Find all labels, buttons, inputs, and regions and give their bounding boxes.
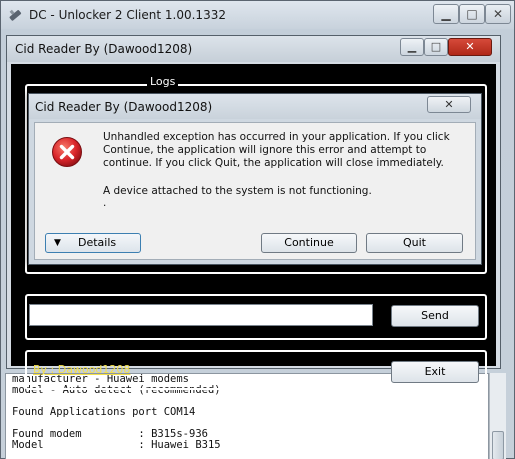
maximize-button[interactable]: □ <box>459 4 485 24</box>
exception-dialog: Cid Reader By (Dawood1208) ✕ Unhandled e… <box>28 93 482 265</box>
error-icon <box>51 136 83 168</box>
cid-minimize-button[interactable]: ▁ <box>400 38 424 56</box>
console-line: Model : Huawei B315 <box>12 439 221 451</box>
close-button[interactable]: ✕ <box>485 4 511 24</box>
cid-window-title: Cid Reader By (Dawood1208) <box>15 42 193 56</box>
dialog-close-button[interactable]: ✕ <box>427 96 471 113</box>
close-icon: ✕ <box>492 7 504 21</box>
dialog-content: Unhandled exception has occurred in your… <box>34 122 476 260</box>
close-icon: ✕ <box>465 40 475 53</box>
dialog-dot: . <box>103 197 107 209</box>
dc-titlebar[interactable]: DC - Unlocker 2 Client 1.00.1332 ▁ □ ✕ <box>1 1 514 29</box>
cid-titlebar[interactable]: Cid Reader By (Dawood1208) ▁ □ ✕ <box>7 36 500 62</box>
scrollbar-thumb[interactable] <box>492 431 504 459</box>
close-icon: ✕ <box>444 98 454 111</box>
dialog-detail: A device attached to the system is not f… <box>103 185 372 197</box>
author-link[interactable]: By : Dawood1208 <box>33 363 130 376</box>
send-button[interactable]: Send <box>391 305 479 327</box>
console-line: Found Applications port COM14 <box>12 406 196 418</box>
maximize-icon: □ <box>466 7 478 21</box>
minimize-button[interactable]: ▁ <box>433 4 459 24</box>
dialog-titlebar[interactable]: Cid Reader By (Dawood1208) ✕ <box>29 94 481 119</box>
command-input[interactable] <box>29 304 373 326</box>
continue-button[interactable]: Continue <box>261 233 357 253</box>
details-button[interactable]: ▼ Details <box>45 233 141 253</box>
maximize-icon: □ <box>430 40 442 53</box>
quit-button[interactable]: Quit <box>366 233 463 253</box>
window-title: DC - Unlocker 2 Client 1.00.1332 <box>29 8 226 22</box>
expand-triangle-icon: ▼ <box>54 238 61 248</box>
app-icon <box>7 7 23 23</box>
details-label: Details <box>78 236 117 249</box>
exit-button[interactable]: Exit <box>391 361 479 383</box>
cid-close-button[interactable]: ✕ <box>448 38 492 56</box>
minimize-icon: ▁ <box>441 7 451 21</box>
console-scrollbar[interactable] <box>489 373 506 459</box>
dialog-title: Cid Reader By (Dawood1208) <box>35 100 213 114</box>
minimize-icon: ▁ <box>407 40 417 53</box>
logs-label: Logs <box>147 75 179 88</box>
dialog-message: Unhandled exception has occurred in your… <box>103 131 450 169</box>
cid-maximize-button[interactable]: □ <box>424 38 448 56</box>
